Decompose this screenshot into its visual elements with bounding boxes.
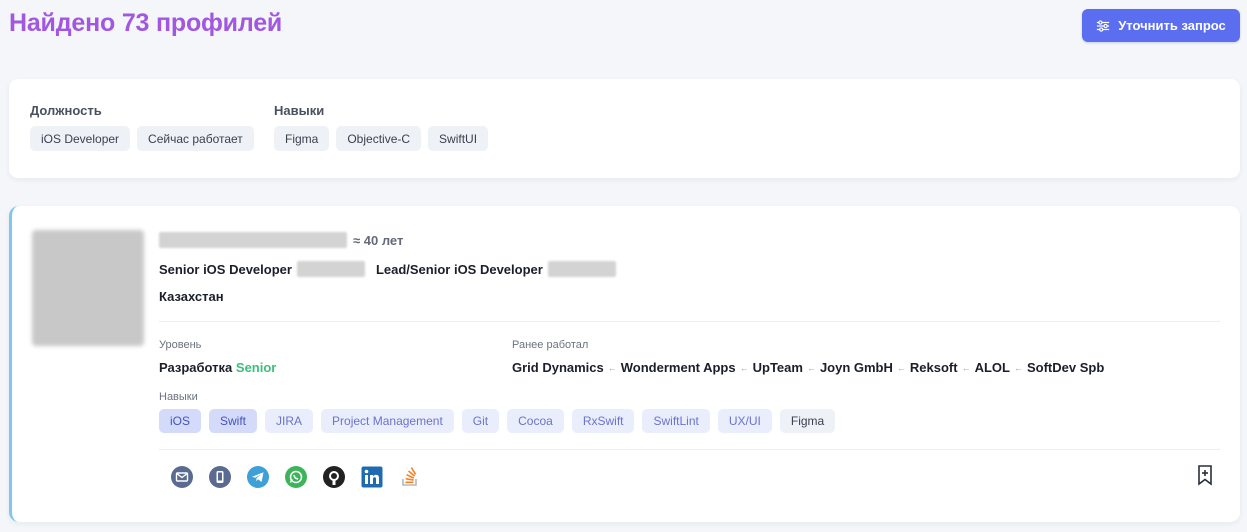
- redacted-name: [159, 232, 347, 248]
- arrow-left-icon: ←: [806, 362, 816, 373]
- skill-tag[interactable]: Git: [461, 409, 500, 433]
- skill-tag[interactable]: iOS: [159, 409, 202, 433]
- level-area: Разработка: [159, 360, 233, 375]
- skill-tag[interactable]: JIRA: [265, 409, 314, 433]
- company: ALOL: [974, 360, 1010, 375]
- previous-work-label: Ранее работал: [512, 339, 589, 351]
- job-title: Lead/Senior iOS Developer: [375, 261, 543, 277]
- profile-name-row: ≈ 40 лет: [159, 231, 403, 249]
- skill-tag[interactable]: RxSwift: [571, 409, 635, 433]
- email-icon[interactable]: [168, 463, 195, 490]
- stackoverflow-icon[interactable]: [396, 463, 423, 490]
- phone-icon[interactable]: [206, 463, 233, 490]
- profile-jobs-row: Senior iOS Developer Lead/Senior iOS Dev…: [159, 260, 616, 278]
- filter-chip[interactable]: Figma: [274, 126, 330, 151]
- filter-chip[interactable]: Objective-C: [336, 126, 422, 151]
- skill-tag[interactable]: UX/UI: [717, 409, 772, 433]
- arrow-left-icon: ←: [896, 362, 906, 373]
- level-label: Уровень: [159, 339, 202, 351]
- profile-age: ≈ 40 лет: [353, 232, 404, 248]
- filter-chip[interactable]: iOS Developer: [30, 126, 131, 151]
- job-title: Senior iOS Developer: [159, 261, 292, 277]
- skill-tag[interactable]: Figma: [779, 409, 836, 433]
- skills-list: iOS Swift JIRA Project Management Git Co…: [159, 409, 836, 433]
- filter-chip[interactable]: Сейчас работает: [137, 126, 254, 151]
- skills-label: Навыки: [159, 391, 198, 403]
- filter-group-position: Должность iOS Developer Сейчас работает: [30, 103, 254, 151]
- arrow-left-icon: ←: [739, 362, 749, 373]
- company: SoftDev Spb: [1026, 360, 1105, 375]
- bookmark-add-icon[interactable]: [1195, 464, 1215, 486]
- filter-group-skills: Навыки Figma Objective-C SwiftUI: [274, 103, 489, 151]
- company: Wonderment Apps: [620, 360, 736, 375]
- refine-query-button[interactable]: Уточнить запрос: [1082, 9, 1240, 42]
- divider: [159, 449, 1220, 450]
- redacted-company: [296, 261, 365, 277]
- filter-chip[interactable]: SwiftUI: [428, 126, 489, 151]
- arrow-left-icon: ←: [607, 362, 617, 373]
- skill-tag[interactable]: SwiftLint: [642, 409, 710, 433]
- skill-tag[interactable]: Swift: [209, 409, 258, 433]
- level-value: Разработка Senior: [159, 360, 276, 375]
- company: UpTeam: [752, 360, 803, 375]
- filters-card: Должность iOS Developer Сейчас работает …: [9, 79, 1240, 178]
- telegram-icon[interactable]: [244, 463, 271, 490]
- company: Reksoft: [909, 360, 958, 375]
- redacted-company: [547, 261, 616, 277]
- contacts-row: [168, 463, 423, 490]
- previous-companies: Grid Dynamics ← Wonderment Apps ← UpTeam ← …: [512, 360, 1104, 375]
- whatsapp-icon[interactable]: [282, 463, 309, 490]
- profile-location: Казахстан: [159, 289, 224, 304]
- filter-sliders-icon: [1097, 19, 1110, 32]
- page-title: Найдено 73 профилей: [9, 9, 283, 37]
- header: Найдено 73 профилей Уточнить запрос: [0, 0, 1247, 60]
- arrow-left-icon: ←: [1013, 362, 1023, 373]
- avatar: [32, 230, 144, 346]
- company: Grid Dynamics: [512, 360, 604, 375]
- level-grade: Senior: [235, 360, 277, 375]
- filter-label-position: Должность: [30, 103, 102, 118]
- skill-tag[interactable]: Cocoa: [507, 409, 564, 433]
- skill-tag[interactable]: Project Management: [321, 409, 454, 433]
- github-icon[interactable]: [320, 463, 347, 490]
- profile-card[interactable]: ≈ 40 лет Senior iOS Developer Lead/Senio…: [9, 206, 1240, 522]
- divider: [159, 321, 1220, 322]
- filter-label-skills: Навыки: [274, 103, 325, 118]
- refine-query-label: Уточнить запрос: [1118, 18, 1226, 33]
- company: Joyn GmbH: [819, 360, 893, 375]
- arrow-left-icon: ←: [961, 362, 971, 373]
- linkedin-icon[interactable]: [358, 463, 385, 490]
